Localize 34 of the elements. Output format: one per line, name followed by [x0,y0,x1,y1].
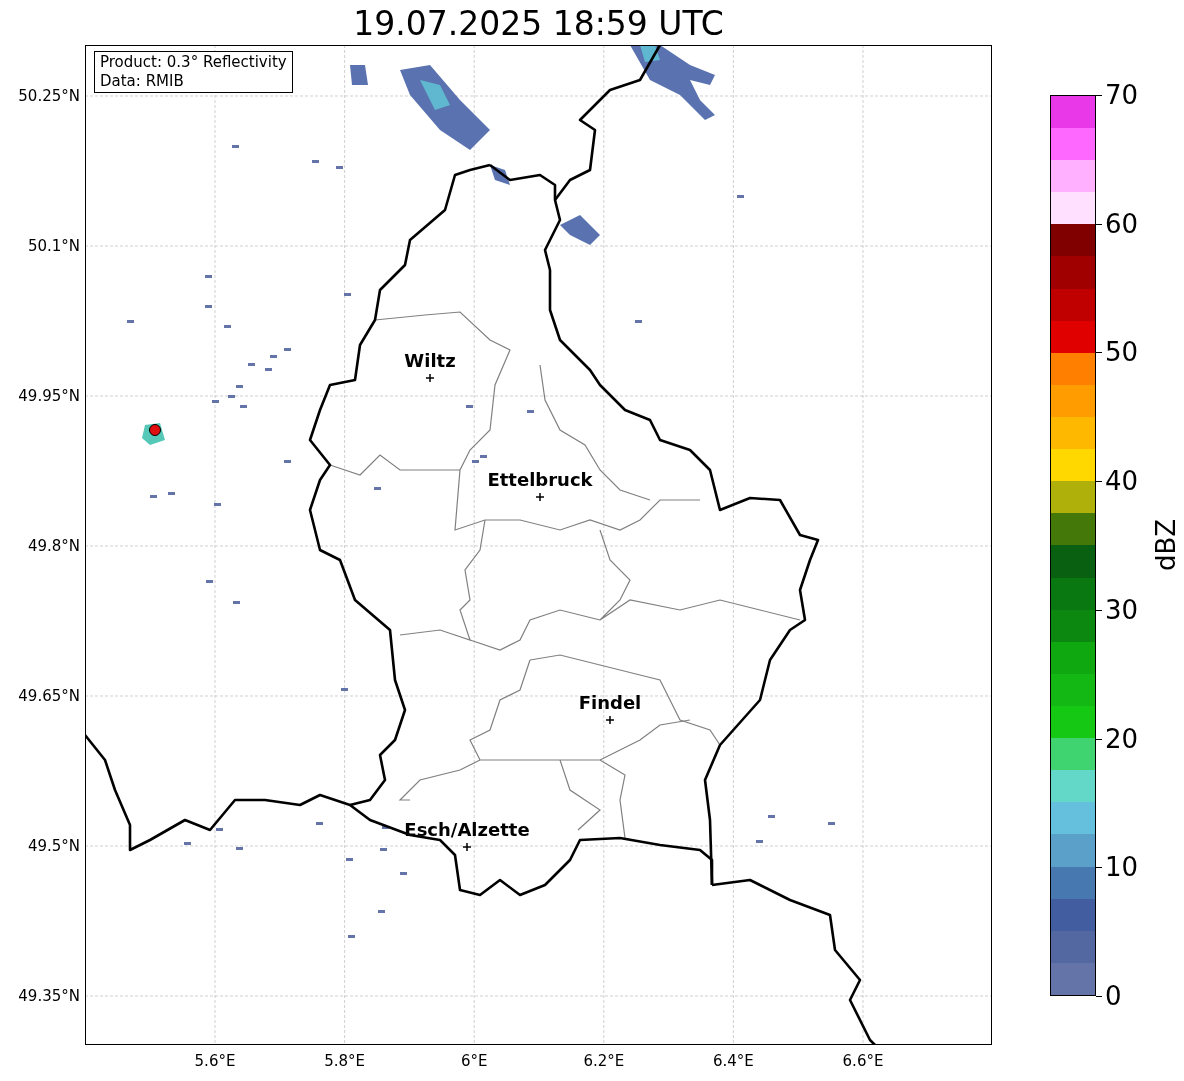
city-label: Esch/Alzette [403,820,531,840]
city-marker-icon [462,842,472,852]
latitude-label: 50.25°N [17,87,80,105]
longitude-label: 5.6°E [193,1052,237,1070]
latitude-label: 49.5°N [26,837,80,855]
city-marker-icon [535,492,545,502]
colorbar-tick-label: 0 [1105,981,1122,1011]
latitude-label: 50.1°N [26,237,80,255]
colorbar-label: dBZ [1151,518,1182,572]
latitude-label: 49.65°N [17,687,80,705]
colorbar-tick-label: 10 [1105,852,1139,883]
map-title: 19.07.2025 18:59 UTC [352,4,725,44]
latitude-label: 49.95°N [17,387,80,405]
info-text: Product: 0.3° Reflectivity [100,53,287,72]
info-text: Data: RMIB [100,72,185,91]
colorbar-tick-label: 60 [1105,208,1139,239]
longitude-label: 6.4°E [711,1052,755,1070]
longitude-label: 6°E [459,1052,489,1070]
colorbar-tick-label: 30 [1105,594,1139,625]
city-label: Findel [577,693,643,713]
city-marker-icon [605,715,615,725]
colorbar-tick-label: 40 [1105,466,1139,497]
latitude-label: 49.35°N [17,987,80,1005]
longitude-label: 6.2°E [582,1052,626,1070]
colorbar-tick-label: 20 [1105,723,1139,754]
city-label: Ettelbruck [486,470,594,490]
longitude-label: 5.8°E [323,1052,366,1070]
radar-site-marker [149,424,161,436]
longitude-label: 6.6°E [841,1052,885,1070]
colorbar-tick-label: 70 [1105,80,1139,110]
latitude-label: 49.8°N [26,537,80,555]
city-marker-icon [425,373,435,383]
colorbar-tick-label: 50 [1105,337,1139,368]
city-label: Wiltz [403,351,457,371]
